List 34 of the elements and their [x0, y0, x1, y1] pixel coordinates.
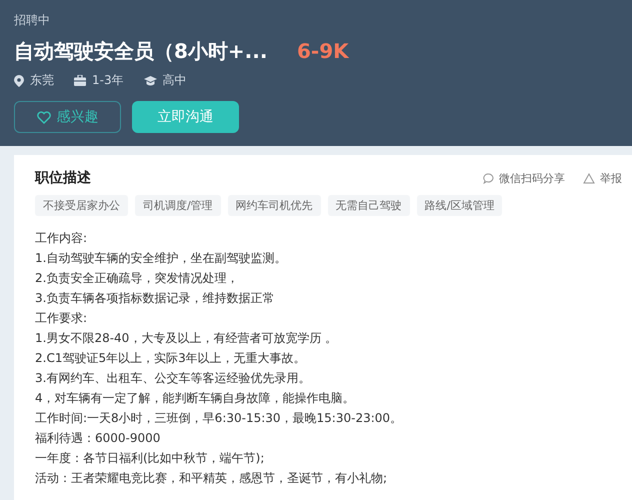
section-title: 职位描述 — [35, 169, 91, 187]
description-line: 1.男女不限28-40，大专及以上，有经营者可放宽学历 。 — [35, 330, 338, 347]
description-line: 福利待遇：6000-9000 — [35, 430, 162, 447]
warning-icon — [583, 172, 595, 184]
description-line: 工作时间:一天8小时，三班倒，早6:30-15:30，最晚15:30-23:00。 — [35, 410, 404, 427]
tag: 司机调度/管理 — [135, 195, 221, 216]
tag: 网约车司机优先 — [228, 195, 321, 216]
description-line: 工作内容: — [35, 230, 88, 247]
description-line: 活动：王者荣耀电竞比赛，和平精英，感恩节，圣诞节，有小礼物; — [35, 470, 388, 487]
tag: 不接受居家办公 — [35, 195, 128, 216]
tag: 无需自己驾驶 — [328, 195, 410, 216]
graduation-cap-icon — [144, 76, 157, 86]
description-line: 工作要求: — [35, 310, 88, 327]
share-link[interactable]: 微信扫码分享 — [499, 170, 565, 186]
heart-icon — [36, 110, 50, 124]
status-label: 招聘中 — [14, 12, 51, 28]
description-line: 2.C1驾驶证5年以上，实际3年以上，无重大事故。 — [35, 350, 307, 367]
meta-text: 东莞 — [30, 72, 54, 89]
description-line: 一年度：各节日福利(比如中秋节，端午节); — [35, 450, 266, 467]
meta-text: 高中 — [162, 72, 187, 89]
meta-text: 1-3年 — [92, 72, 124, 89]
chat-bubble-icon — [483, 172, 494, 184]
description-line: 3.负责车辆各项指标数据记录，维持数据正常 — [35, 290, 276, 307]
briefcase-icon — [74, 75, 86, 86]
job-title: 自动驾驶安全员（8小时+... — [14, 38, 268, 64]
description-line: 3.有网约车、出租车、公交车等客运经验优先录用。 — [35, 370, 312, 387]
description-line: 1.自动驾驶车辆的安全维护，坐在副驾驶监测。 — [35, 250, 288, 267]
salary: 6-9K — [297, 39, 349, 63]
description-line: 2.负责安全正确疏导，突发情况处理， — [35, 270, 240, 287]
tag: 路线/区域管理 — [416, 195, 502, 216]
location-pin-icon — [14, 74, 24, 86]
report-link[interactable]: 举报 — [600, 170, 622, 186]
interested-button[interactable]: 感兴趣 — [14, 101, 121, 133]
description-line: 4，对车辆有一定了解，能判断车辆自身故障，能操作电脑。 — [35, 390, 356, 407]
